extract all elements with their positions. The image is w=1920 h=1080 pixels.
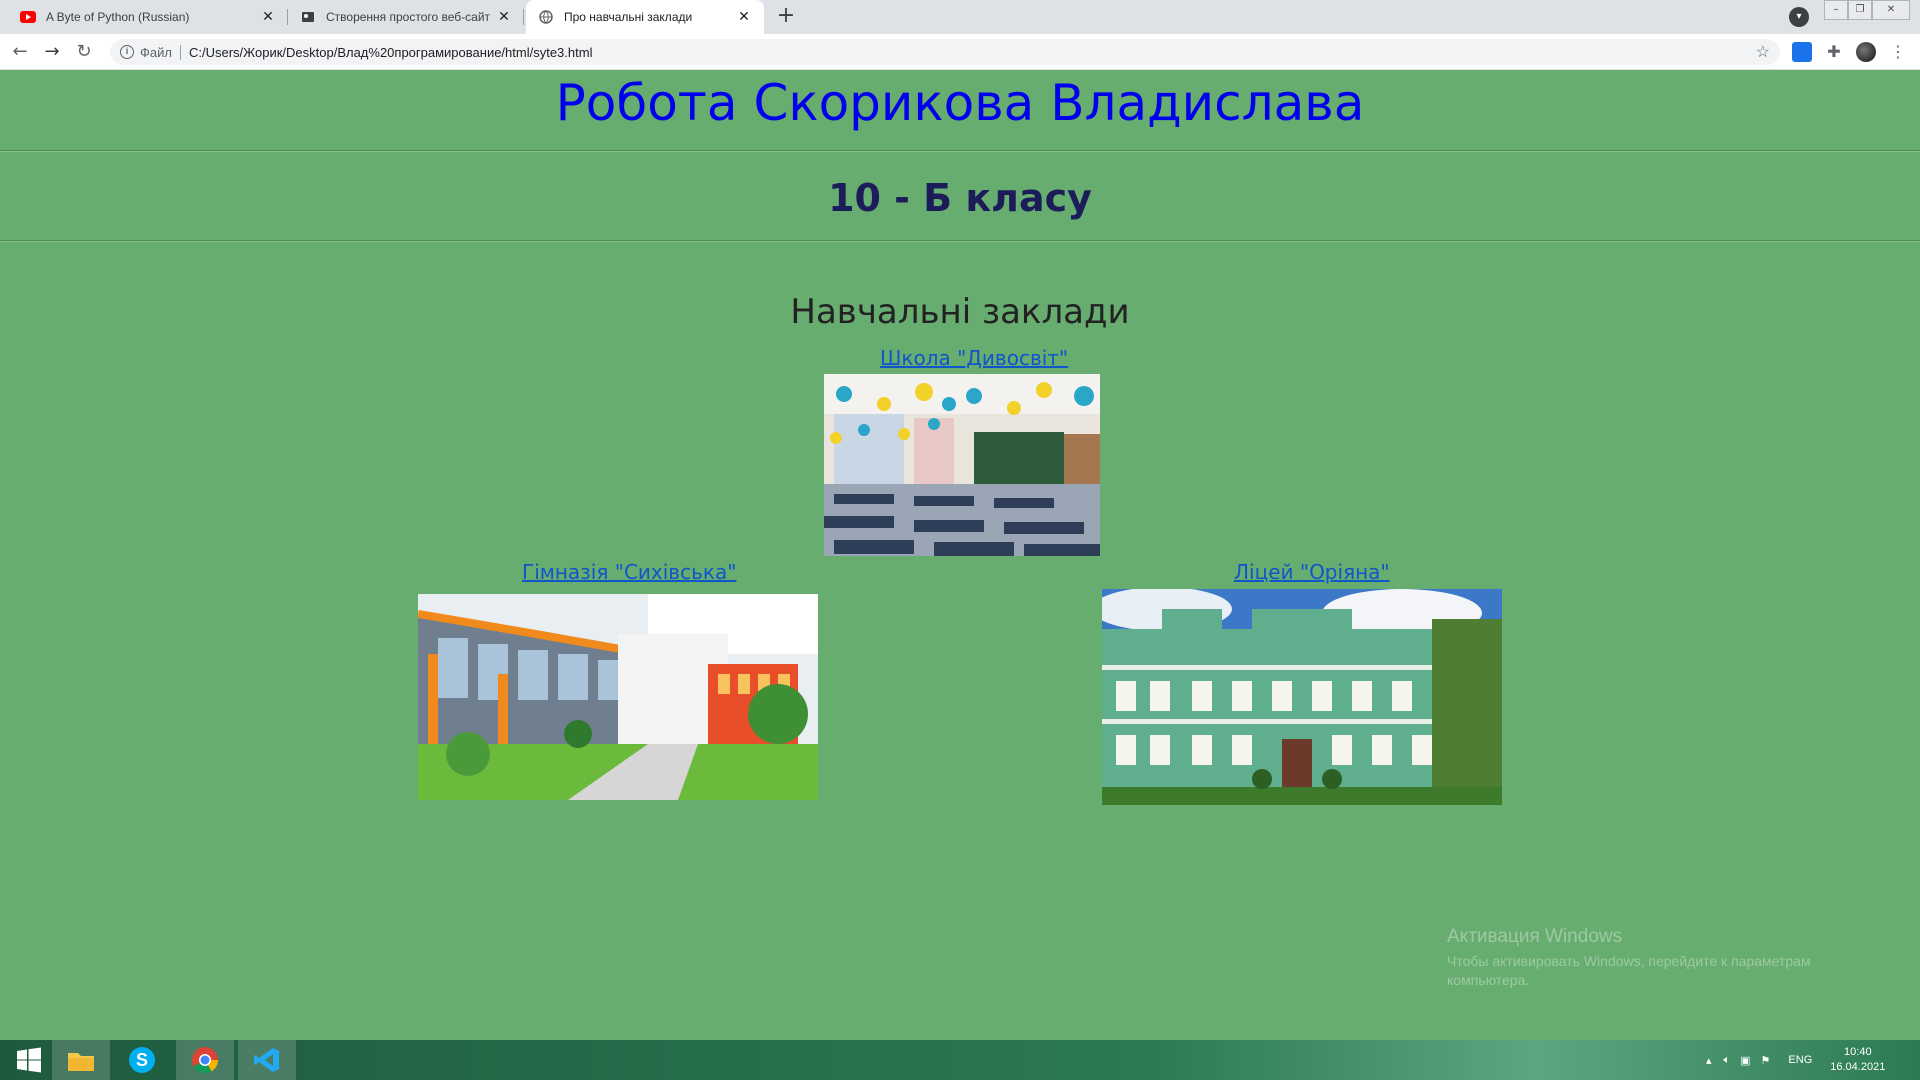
- institution-link-oriiana[interactable]: Ліцей "Оріяна": [1234, 560, 1390, 584]
- institution-link-dyvosvit[interactable]: Школа "Дивосвіт": [880, 346, 1068, 370]
- page-title: Робота Скорикова Владислава: [555, 74, 1365, 132]
- close-tab-icon[interactable]: ✕: [260, 9, 276, 25]
- classroom-photo: [824, 374, 1100, 556]
- forward-icon[interactable]: →: [40, 40, 64, 64]
- youtube-icon: [20, 9, 36, 25]
- volume-icon[interactable]: 🔈︎: [1724, 1054, 1731, 1067]
- chrome-icon[interactable]: [176, 1040, 234, 1080]
- activation-message: Чтобы активировать Windows, перейдите к …: [1447, 953, 1811, 988]
- minimize-button[interactable]: –: [1824, 0, 1848, 20]
- scheme-label: Файл: [140, 44, 181, 60]
- clock-date: 16.04.2021: [1830, 1061, 1886, 1073]
- network-icon[interactable]: ▣: [1740, 1054, 1750, 1067]
- info-icon[interactable]: i: [120, 45, 134, 59]
- windows-logo-icon: [17, 1047, 41, 1073]
- menu-icon[interactable]: ⋮: [1888, 42, 1908, 62]
- puzzle-icon[interactable]: ✚: [1824, 42, 1844, 62]
- extension-icon[interactable]: [1792, 42, 1812, 62]
- reload-icon[interactable]: ↻: [72, 40, 96, 64]
- back-icon[interactable]: ←: [8, 40, 32, 64]
- tab-title: Створення простого веб-сайту: [326, 10, 490, 24]
- start-button[interactable]: [0, 1040, 58, 1080]
- url-text[interactable]: C:/Users/Жорик/Desktop/Влад%20програмиро…: [189, 45, 593, 60]
- close-tab-icon[interactable]: ✕: [496, 9, 512, 25]
- tab-title: Про навчальні заклади: [564, 10, 693, 24]
- vscode-icon[interactable]: [238, 1040, 296, 1080]
- green-historic-building-photo: [1102, 589, 1502, 805]
- close-window-button[interactable]: ✕: [1872, 0, 1910, 20]
- windows-activation-watermark: Активация Windows Чтобы активировать Win…: [1447, 926, 1867, 990]
- bookmark-star-icon[interactable]: ☆: [1756, 42, 1770, 62]
- divider: [0, 240, 1920, 242]
- divider: [0, 150, 1920, 152]
- globe-icon: [538, 9, 554, 25]
- tab-title: A Byte of Python (Russian): [46, 10, 190, 24]
- file-explorer-icon[interactable]: [52, 1040, 110, 1080]
- tray-icons: ▴ 🔈︎ ▣ ⚑ ENG 10:40 16.04.2021: [1706, 1040, 1885, 1080]
- show-hidden-icons-icon[interactable]: ▴: [1706, 1054, 1712, 1067]
- tab-search-icon[interactable]: ▾: [1789, 7, 1809, 27]
- action-center-flag-icon[interactable]: ⚑: [1761, 1054, 1771, 1067]
- page-content: Робота Скорикова Владислава 10 - Б класу…: [0, 70, 1920, 1040]
- modern-school-building-photo: [418, 594, 818, 800]
- tab-byte-of-python[interactable]: A Byte of Python (Russian) ✕: [8, 0, 288, 34]
- globe-icon: [300, 9, 316, 25]
- clock-time: 10:40: [1844, 1046, 1872, 1058]
- new-tab-button[interactable]: +: [772, 4, 800, 30]
- tab-web-site[interactable]: Створення простого веб-сайту ✕: [288, 0, 524, 34]
- taskbar: S ▴ 🔈︎ ▣ ⚑ ENG 10:40 16.04.2021: [0, 1040, 1920, 1080]
- close-tab-icon[interactable]: ✕: [736, 9, 752, 25]
- restore-button[interactable]: ❐: [1848, 0, 1872, 20]
- language-indicator[interactable]: ENG: [1788, 1054, 1812, 1066]
- section-heading: Навчальні заклади: [790, 292, 1130, 332]
- tab-strip: A Byte of Python (Russian) ✕ Створення п…: [0, 0, 1920, 34]
- class-heading: 10 - Б класу: [828, 176, 1092, 220]
- svg-text:S: S: [136, 1050, 148, 1070]
- tab-institutions[interactable]: Про навчальні заклади ✕: [526, 0, 764, 34]
- institution-link-sykhivska[interactable]: Гімназія "Сихівська": [522, 560, 736, 584]
- activation-title: Активация Windows: [1447, 926, 1623, 947]
- skype-icon[interactable]: S: [113, 1040, 171, 1080]
- browser-toolbar: ← → ↻ i Файл C:/Users/Жорик/Desktop/Влад…: [0, 34, 1920, 70]
- clock[interactable]: 10:40 16.04.2021: [1830, 1045, 1885, 1075]
- address-bar[interactable]: i Файл C:/Users/Жорик/Desktop/Влад%20про…: [110, 39, 1780, 65]
- avatar[interactable]: [1856, 42, 1876, 62]
